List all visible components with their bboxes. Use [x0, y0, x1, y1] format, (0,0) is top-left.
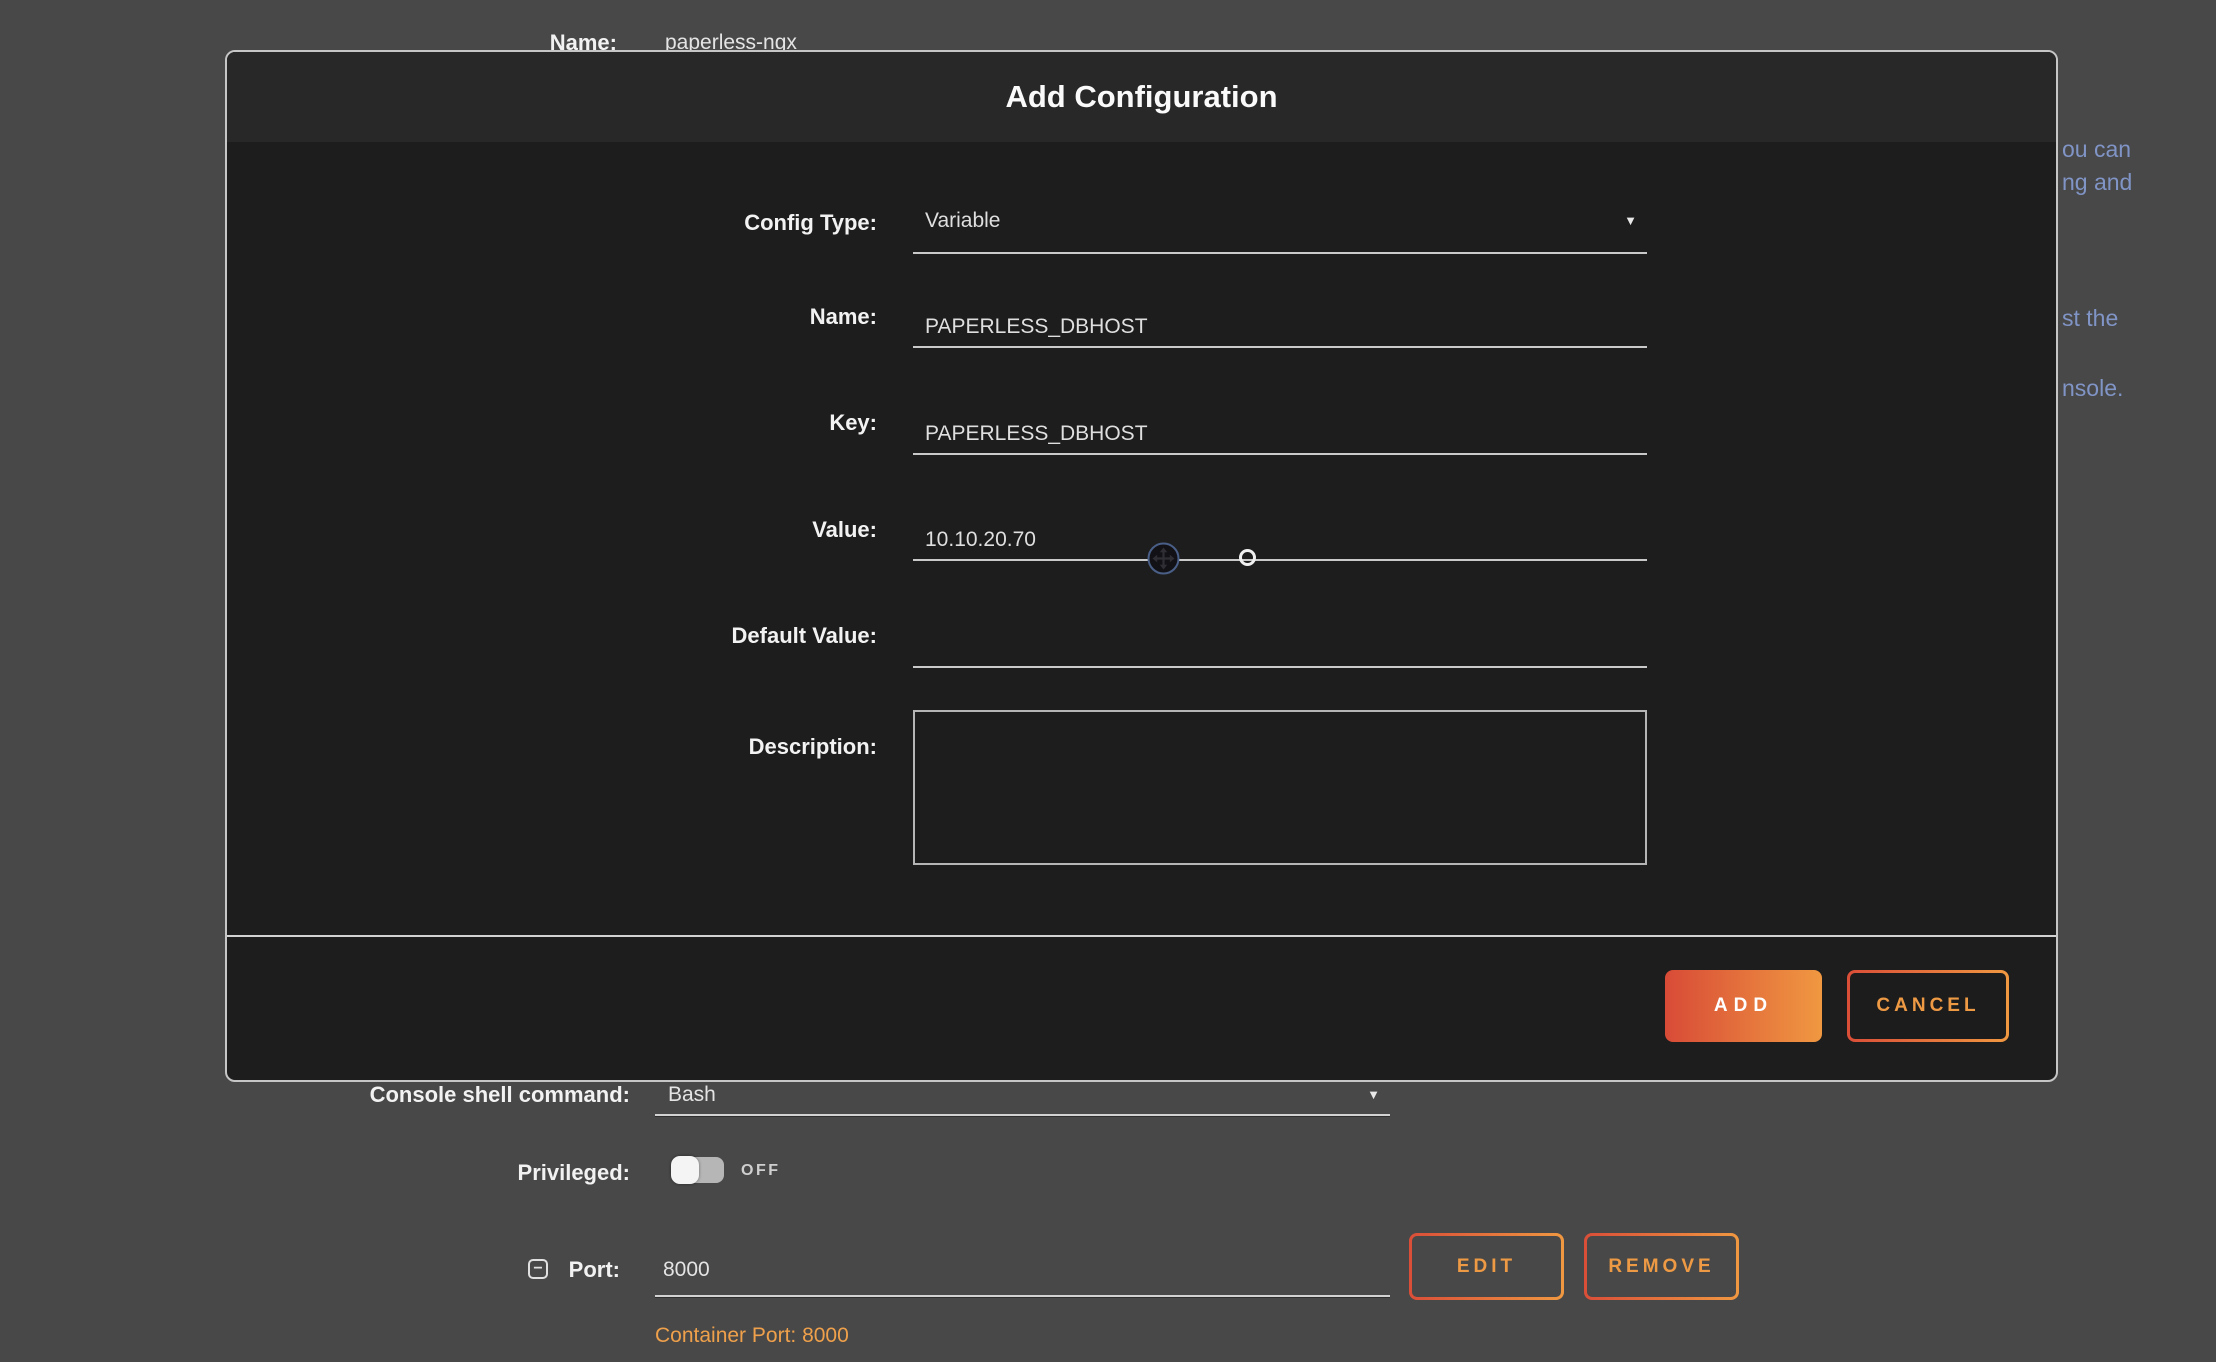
- value-label: Value:: [227, 515, 877, 545]
- dialog-header: Add Configuration: [227, 52, 2056, 142]
- privileged-toggle[interactable]: [672, 1157, 724, 1183]
- port-underline: [655, 1295, 1390, 1297]
- config-type-select[interactable]: Variable ▼: [913, 208, 1647, 254]
- privileged-state: OFF: [741, 1162, 781, 1180]
- name-label: Name:: [227, 302, 877, 332]
- key-input[interactable]: [913, 421, 1647, 455]
- console-shell-underline: [655, 1114, 1390, 1116]
- toggle-knob: [671, 1156, 699, 1184]
- default-value-input[interactable]: [913, 634, 1647, 668]
- privileged-label: Privileged:: [0, 1160, 630, 1186]
- add-configuration-dialog: Add Configuration Config Type: Variable …: [225, 50, 2058, 1082]
- console-shell-select[interactable]: Bash ▼: [655, 1082, 1390, 1112]
- default-value-label: Default Value:: [227, 621, 877, 651]
- chevron-down-icon: ▼: [1624, 214, 1637, 227]
- click-ring-icon: [1239, 549, 1256, 566]
- dialog-title: Add Configuration: [1005, 79, 1277, 115]
- add-button[interactable]: ADD: [1665, 970, 1822, 1042]
- edit-button-label: EDIT: [1412, 1236, 1561, 1297]
- key-label: Key:: [227, 408, 877, 438]
- clipped-help-text-line: nsole.: [2062, 375, 2123, 401]
- remove-button[interactable]: REMOVE: [1584, 1233, 1739, 1300]
- remove-button-label: REMOVE: [1587, 1236, 1736, 1297]
- cancel-button[interactable]: CANCEL: [1847, 970, 2009, 1042]
- clipped-help-text-line: ng and: [2062, 169, 2132, 195]
- clipped-help-text-line: ou can: [2062, 136, 2131, 162]
- move-cursor-icon: [1147, 542, 1180, 575]
- footer-divider: [227, 935, 2056, 937]
- description-textarea[interactable]: [913, 710, 1647, 865]
- chevron-down-icon: ▼: [1367, 1088, 1380, 1101]
- container-port-text: Container Port: 8000: [655, 1324, 849, 1348]
- cancel-button-label: CANCEL: [1850, 973, 2006, 1039]
- config-type-label: Config Type:: [227, 208, 877, 238]
- port-value[interactable]: 8000: [663, 1257, 710, 1283]
- console-shell-value: Bash: [655, 1082, 716, 1108]
- edit-button[interactable]: EDIT: [1409, 1233, 1564, 1300]
- clipped-help-text-line: st the: [2062, 305, 2118, 331]
- value-input[interactable]: [913, 527, 1647, 561]
- config-type-value: Variable: [925, 209, 1001, 232]
- name-input[interactable]: [913, 314, 1647, 348]
- port-label: Port:: [0, 1257, 620, 1283]
- description-label: Description:: [227, 732, 877, 762]
- add-button-label: ADD: [1714, 995, 1773, 1017]
- screen: Name: paperless-ngx ou can ng and st the…: [0, 0, 2216, 1362]
- console-shell-label: Console shell command:: [0, 1082, 630, 1108]
